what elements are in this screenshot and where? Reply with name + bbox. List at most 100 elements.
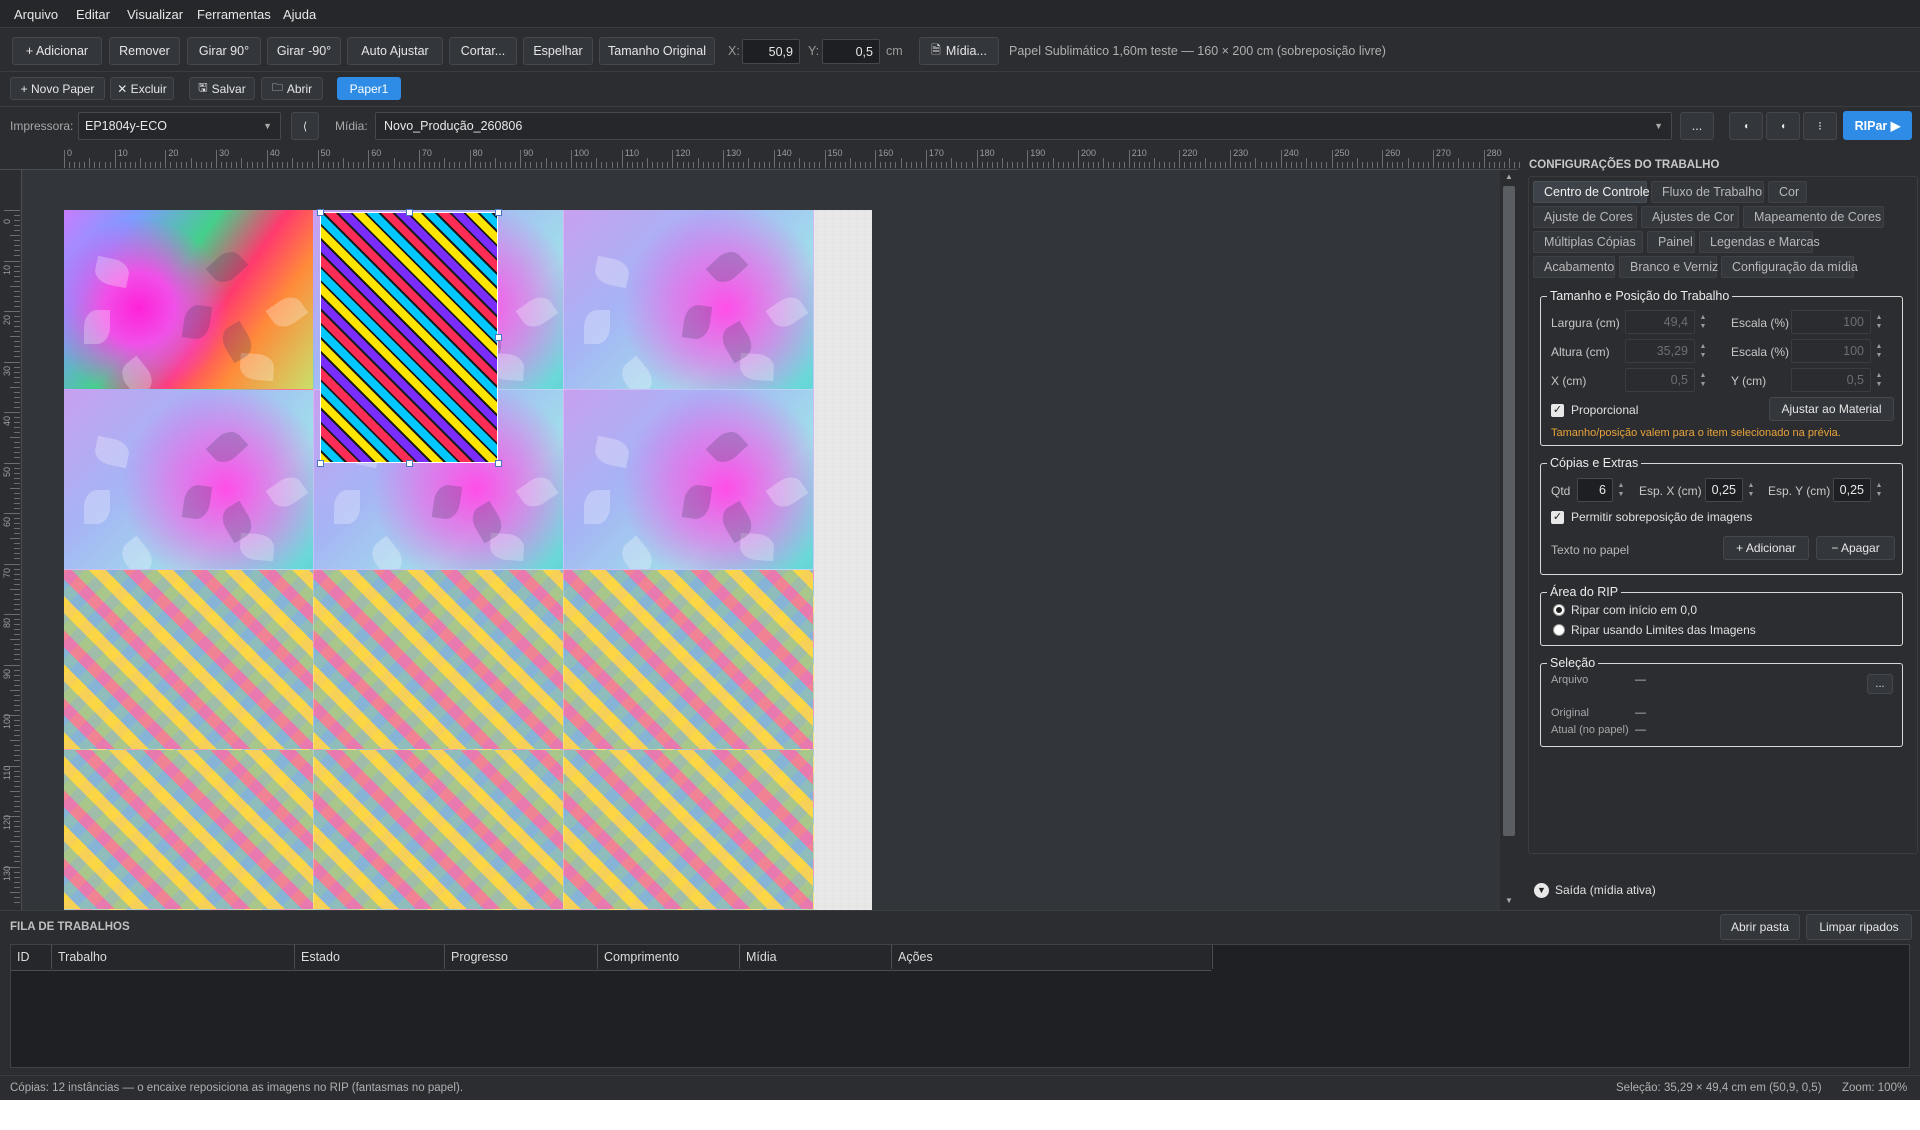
tab-ajuste-de-cores[interactable]: Ajuste de Cores	[1533, 206, 1637, 228]
media-button[interactable]: 🗎 Mídia...	[919, 37, 999, 65]
qty-field[interactable]: 6	[1577, 478, 1613, 502]
scale-width-field[interactable]: 100	[1791, 310, 1871, 334]
image-copy-tile[interactable]	[314, 570, 564, 750]
qty-spinner[interactable]: ▲ ▼	[1614, 478, 1628, 502]
prev-button[interactable]: ◖	[1729, 112, 1763, 140]
canvas[interactable]	[22, 170, 1500, 910]
menu-arquivo[interactable]: Arquivo	[14, 7, 58, 22]
tab-multiplas-copias[interactable]: Múltiplas Cópias	[1533, 231, 1643, 253]
tab-paper1[interactable]: Paper1	[337, 77, 401, 100]
tab-painel[interactable]: Painel	[1647, 231, 1695, 253]
image-copy-tile[interactable]	[64, 210, 314, 390]
output-section[interactable]: ▼ Saída (mídia ativa)	[1534, 880, 1734, 900]
esp-x-field[interactable]: 0,25	[1705, 478, 1743, 502]
image-copy-tile[interactable]	[64, 570, 314, 750]
tab-configuracao-da-midia[interactable]: Configuração da mídia	[1721, 256, 1858, 278]
resize-handle[interactable]	[406, 460, 413, 467]
resize-handle[interactable]	[495, 460, 502, 467]
tab-cor[interactable]: Cor	[1768, 181, 1807, 203]
add-button[interactable]: + Adicionar	[12, 37, 102, 65]
menu-ferramentas[interactable]: Ferramentas	[197, 7, 271, 22]
height-field[interactable]: 35,29	[1625, 339, 1695, 363]
menu-visualizar[interactable]: Visualizar	[127, 7, 183, 22]
resize-handle[interactable]	[317, 209, 324, 216]
collapse-button[interactable]: ⟨	[291, 112, 319, 140]
proportional-checkbox[interactable]: ✓	[1551, 404, 1564, 417]
height-spinner[interactable]: ▲ ▼	[1696, 339, 1710, 363]
col-trabalho[interactable]: Trabalho	[51, 945, 294, 969]
x-position-field[interactable]: 50,9	[742, 39, 800, 64]
col-comprimento[interactable]: Comprimento	[597, 945, 739, 969]
tab-centro-de-controle[interactable]: Centro de Controle	[1533, 181, 1650, 203]
rotate-minus-90-button[interactable]: Girar -90°	[267, 37, 341, 65]
tab-ajustes-de-cor[interactable]: Ajustes de Cor	[1641, 206, 1739, 228]
scale-width-spinner[interactable]: ▲ ▼	[1872, 310, 1886, 334]
media-more-button[interactable]: ...	[1680, 112, 1714, 140]
esp-x-spinner[interactable]: ▲ ▼	[1744, 478, 1758, 502]
tab-branco-e-verniz[interactable]: Branco e Verniz	[1619, 256, 1718, 278]
scrollbar-thumb[interactable]	[1503, 186, 1515, 836]
tab-acabamento[interactable]: Acabamento	[1533, 256, 1615, 278]
col-estado[interactable]: Estado	[294, 945, 444, 969]
y-position-field[interactable]: 0,5	[822, 39, 880, 64]
auto-fit-button[interactable]: Auto Ajustar	[347, 37, 443, 65]
y-cm-spinner[interactable]: ▲ ▼	[1872, 368, 1886, 392]
col-progresso[interactable]: Progresso	[444, 945, 597, 969]
col-acoes[interactable]: Ações	[891, 945, 1213, 969]
esp-y-field[interactable]: 0,25	[1833, 478, 1871, 502]
new-paper-button[interactable]: + Novo Paper	[10, 77, 105, 100]
y-cm-field[interactable]: 0,5	[1791, 368, 1871, 392]
resize-handle[interactable]	[317, 460, 324, 467]
tab-fluxo-de-trabalho[interactable]: Fluxo de Trabalho	[1651, 181, 1764, 203]
image-copy-tile[interactable]	[564, 390, 814, 570]
selected-image[interactable]	[317, 209, 502, 467]
image-copy-tile[interactable]	[564, 750, 814, 910]
save-button[interactable]: 🖫 Salvar	[189, 77, 255, 100]
image-copy-tile[interactable]	[64, 750, 314, 910]
width-field[interactable]: 49,4	[1625, 310, 1695, 334]
canvas-scrollbar[interactable]: ▲ ▼	[1500, 170, 1518, 910]
remove-button[interactable]: Remover	[109, 37, 180, 65]
image-copy-tile[interactable]	[64, 390, 314, 570]
resize-handle[interactable]	[495, 209, 502, 216]
erase-text-button[interactable]: − Apagar	[1816, 536, 1895, 560]
esp-y-spinner[interactable]: ▲ ▼	[1872, 478, 1886, 502]
open-folder-button[interactable]: Abrir pasta	[1720, 914, 1800, 940]
scale-height-spinner[interactable]: ▲ ▼	[1872, 339, 1886, 363]
paper-sheet[interactable]	[64, 209, 872, 910]
rip-button[interactable]: RIPar ▶	[1843, 111, 1912, 140]
menu-editar[interactable]: Editar	[76, 7, 110, 22]
col-id[interactable]: ID	[11, 945, 51, 969]
col-midia[interactable]: Mídia	[739, 945, 891, 969]
x-cm-field[interactable]: 0,5	[1625, 368, 1695, 392]
cut-button[interactable]: Cortar...	[449, 37, 517, 65]
scale-height-field[interactable]: 100	[1791, 339, 1871, 363]
overlap-checkbox[interactable]: ✓	[1551, 511, 1564, 524]
rip-bounds-radio[interactable]	[1553, 624, 1565, 636]
menu-ajuda[interactable]: Ajuda	[283, 7, 316, 22]
tab-legendas-e-marcas[interactable]: Legendas e Marcas	[1699, 231, 1820, 253]
rip-origin-radio[interactable]	[1553, 604, 1565, 616]
resize-handle[interactable]	[406, 209, 413, 216]
width-spinner[interactable]: ▲ ▼	[1696, 310, 1710, 334]
add-text-button[interactable]: + Adicionar	[1723, 536, 1809, 560]
image-copy-tile[interactable]	[314, 750, 564, 910]
tab-mapeamento-de-cores[interactable]: Mapeamento de Cores	[1743, 206, 1884, 228]
image-copy-tile[interactable]	[564, 210, 814, 390]
mirror-button[interactable]: Espelhar	[523, 37, 593, 65]
x-cm-spinner[interactable]: ▲ ▼	[1696, 368, 1710, 392]
media-select[interactable]: Novo_Produção_260806 ▼	[375, 112, 1672, 140]
printer-select[interactable]: EP1804y-ECO ▼	[78, 112, 281, 140]
menu-button[interactable]: ⁝	[1803, 112, 1837, 140]
ruler-minor-tick	[783, 162, 785, 168]
image-copy-tile[interactable]	[564, 570, 814, 750]
rotate-90-button[interactable]: Girar 90°	[187, 37, 261, 65]
resize-handle[interactable]	[495, 334, 502, 341]
next-button[interactable]: ◖	[1766, 112, 1800, 140]
original-size-button[interactable]: Tamanho Original	[599, 37, 715, 65]
open-button[interactable]: 🗀 Abrir	[261, 77, 323, 100]
clear-ripped-button[interactable]: Limpar ripados	[1806, 914, 1912, 940]
delete-paper-button[interactable]: ✕ Excluir	[110, 77, 174, 100]
fit-material-button[interactable]: Ajustar ao Material	[1769, 397, 1894, 421]
browse-button[interactable]: ...	[1867, 674, 1893, 694]
